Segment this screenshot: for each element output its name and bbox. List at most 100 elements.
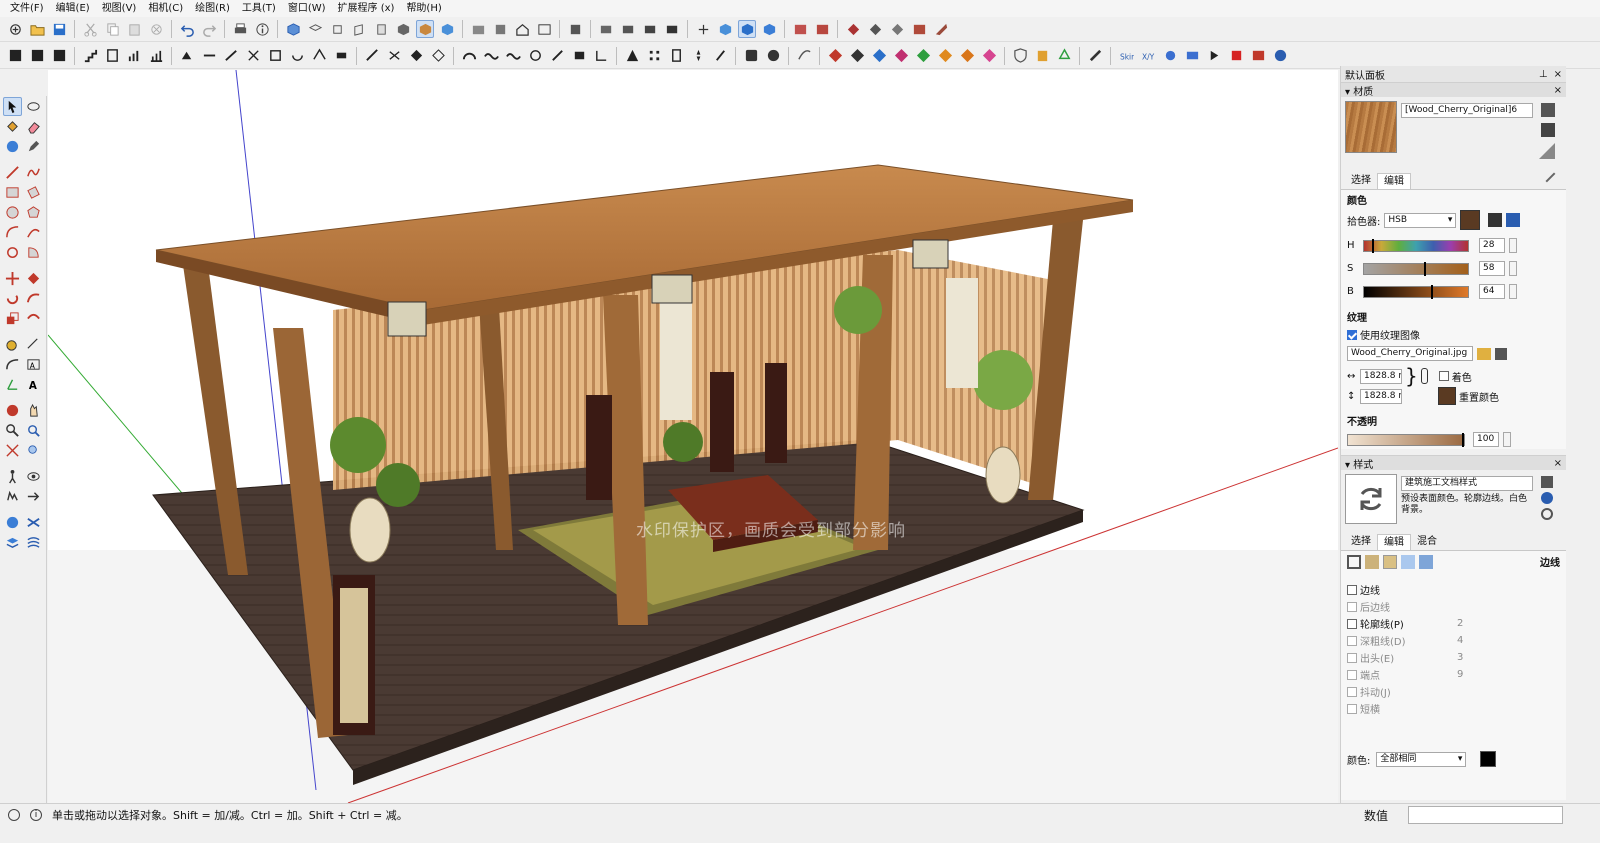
- move-magenta-icon[interactable]: [892, 47, 910, 65]
- layers-alt-icon[interactable]: [24, 533, 43, 552]
- match-screen-color-icon[interactable]: [1506, 213, 1521, 227]
- display-hidden-icon[interactable]: [641, 20, 659, 38]
- edit-texture-icon[interactable]: [1495, 347, 1507, 360]
- save-icon[interactable]: [50, 20, 68, 38]
- default-material-icon[interactable]: [1539, 143, 1555, 159]
- edge-settings-icon[interactable]: [1347, 554, 1361, 569]
- pin-icon[interactable]: ⊥: [1539, 69, 1548, 80]
- depth-cue-checkbox[interactable]: [1347, 635, 1357, 646]
- menu-camera[interactable]: 相机(C): [142, 0, 189, 17]
- ext-grid-2-icon[interactable]: [28, 47, 46, 65]
- modeling-settings-icon[interactable]: [1419, 554, 1433, 569]
- style-name-field[interactable]: 建筑施工文档样式: [1401, 476, 1533, 491]
- ext-grid-3-icon[interactable]: [50, 47, 68, 65]
- ext-a-icon[interactable]: [791, 20, 809, 38]
- h-spinner[interactable]: [1509, 238, 1517, 253]
- ext-bars-icon[interactable]: [125, 47, 143, 65]
- ext-tool-3-icon[interactable]: [222, 47, 240, 65]
- cube-light-icon[interactable]: [760, 20, 778, 38]
- menu-window[interactable]: 窗口(W): [282, 0, 332, 17]
- close-tray-icon[interactable]: ×: [1554, 69, 1562, 80]
- menu-help[interactable]: 帮助(H): [400, 0, 447, 17]
- brightness-slider[interactable]: [1363, 284, 1469, 299]
- text-tool-icon[interactable]: A: [24, 355, 43, 374]
- close-materials-icon[interactable]: ×: [1554, 85, 1562, 96]
- copy-icon[interactable]: [103, 20, 121, 38]
- b-value-field[interactable]: 64: [1479, 284, 1505, 299]
- watermark-settings-icon[interactable]: [1401, 554, 1415, 569]
- saturation-slider-thumb[interactable]: [1424, 261, 1427, 276]
- ext-tool-22-icon[interactable]: [764, 47, 782, 65]
- ext-blue-2-icon[interactable]: [1183, 47, 1201, 65]
- style-thumbnail[interactable]: [1345, 474, 1397, 524]
- dimension-tool-icon[interactable]: [24, 335, 43, 354]
- edges-checkbox[interactable]: [1347, 584, 1357, 595]
- move-orange-icon[interactable]: [936, 47, 954, 65]
- offset-tool-icon[interactable]: [24, 309, 43, 328]
- ext-tool-2-icon[interactable]: [200, 47, 218, 65]
- styles-tab-mix[interactable]: 混合: [1411, 534, 1443, 550]
- pan-tool-icon[interactable]: [24, 401, 43, 420]
- layers-icon[interactable]: [3, 533, 22, 552]
- front-view-icon[interactable]: [328, 20, 346, 38]
- menu-file[interactable]: 文件(F): [4, 0, 50, 17]
- s-value-field[interactable]: 58: [1479, 261, 1505, 276]
- iso-view-icon[interactable]: [284, 20, 302, 38]
- arc-tool-icon[interactable]: [3, 223, 22, 242]
- color-swatch[interactable]: [1460, 210, 1481, 230]
- ext-stair-icon[interactable]: [81, 47, 99, 65]
- pie-tool-icon[interactable]: [24, 243, 43, 262]
- move-blue-icon[interactable]: [870, 47, 888, 65]
- update-style-icon[interactable]: [1541, 508, 1553, 520]
- materials-header[interactable]: ▾ 材质 ×: [1341, 82, 1566, 98]
- back-view-icon[interactable]: [372, 20, 390, 38]
- print-icon[interactable]: [231, 20, 249, 38]
- follow-me-tool-icon[interactable]: [24, 289, 43, 308]
- select-tool-icon[interactable]: [3, 96, 22, 116]
- ext-tool-8-icon[interactable]: [332, 47, 350, 65]
- ext-blue-1-icon[interactable]: [1161, 47, 1179, 65]
- model-info-icon[interactable]: [253, 20, 271, 38]
- eraser-icon[interactable]: [24, 117, 43, 136]
- component-icon[interactable]: [491, 20, 509, 38]
- saturation-slider[interactable]: [1363, 261, 1469, 276]
- move-amber-icon[interactable]: [958, 47, 976, 65]
- ext-e-icon[interactable]: [888, 20, 906, 38]
- ext-tool-13-icon[interactable]: [548, 47, 566, 65]
- ext-tool-6-icon[interactable]: [288, 47, 306, 65]
- ext-tool-12-icon[interactable]: [429, 47, 447, 65]
- warehouse-icon[interactable]: [469, 20, 487, 38]
- texture-file-field[interactable]: Wood_Cherry_Original.jpg: [1347, 346, 1473, 361]
- top-view-icon[interactable]: [306, 20, 324, 38]
- new-file-icon[interactable]: [6, 20, 24, 38]
- profiles-checkbox[interactable]: [1347, 618, 1357, 629]
- right-view-icon[interactable]: [350, 20, 368, 38]
- arc2-tool-icon[interactable]: [24, 223, 43, 242]
- menu-view[interactable]: 视图(V): [96, 0, 143, 17]
- ext-tool-19-icon[interactable]: [689, 47, 707, 65]
- texture-width-field[interactable]: 1828.8 mr: [1360, 368, 1402, 384]
- protractor-icon[interactable]: [3, 355, 22, 374]
- ext-tool-1-icon[interactable]: [178, 47, 196, 65]
- paint-bucket-icon[interactable]: [3, 117, 22, 136]
- section-tool-icon[interactable]: [3, 513, 22, 532]
- styles-header[interactable]: ▾ 样式 ×: [1341, 455, 1566, 471]
- ext-c-icon[interactable]: [844, 20, 862, 38]
- b-spinner[interactable]: [1509, 284, 1517, 299]
- create-material-icon[interactable]: [1541, 103, 1555, 117]
- look-around-icon[interactable]: [24, 467, 43, 486]
- measurements-input[interactable]: [1408, 806, 1563, 824]
- polygon-tool-icon[interactable]: [24, 203, 43, 222]
- background-settings-icon[interactable]: [1383, 554, 1397, 569]
- ext-tool-21-icon[interactable]: [742, 47, 760, 65]
- line-tool-icon[interactable]: [3, 163, 22, 182]
- rotated-rect-tool-icon[interactable]: [24, 183, 43, 202]
- edge-color-swatch[interactable]: [1480, 751, 1497, 767]
- picker-select[interactable]: HSB ▾: [1384, 212, 1457, 228]
- ext-rotate-icon[interactable]: [526, 47, 544, 65]
- display-wire-icon[interactable]: [619, 20, 637, 38]
- section-fill-icon[interactable]: [24, 513, 43, 532]
- lasso-tool-icon[interactable]: [24, 97, 43, 116]
- arrow-right-icon[interactable]: [24, 487, 43, 506]
- opacity-value-field[interactable]: 100: [1473, 432, 1499, 447]
